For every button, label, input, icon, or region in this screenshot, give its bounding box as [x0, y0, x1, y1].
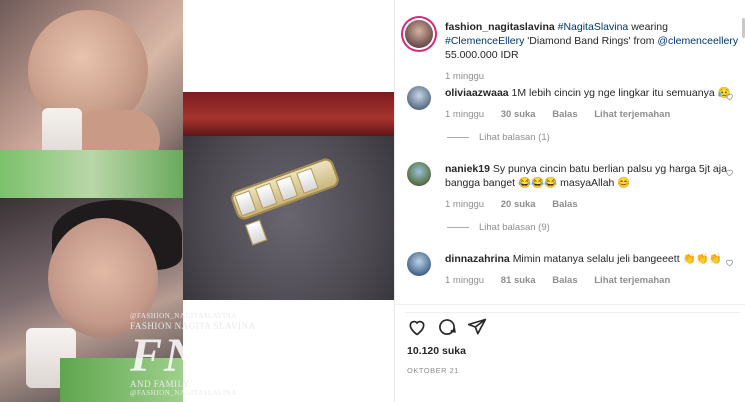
comment-username[interactable]: dinnazahrina	[445, 253, 510, 265]
comment-time[interactable]: 1 minggu	[445, 199, 484, 210]
comment-icon[interactable]	[437, 317, 457, 337]
instagram-post-view: @FASHION_NAGITASLAVINA FASHION NAGITA SL…	[0, 0, 745, 402]
avatar[interactable]	[407, 252, 431, 276]
avatar[interactable]	[407, 162, 431, 186]
action-bar	[405, 312, 740, 337]
heart-icon[interactable]	[725, 92, 734, 101]
photo-drinking-top	[0, 0, 183, 198]
post-image[interactable]: @FASHION_NAGITASLAVINA FASHION NAGITA SL…	[0, 0, 394, 402]
avatar[interactable]	[405, 20, 433, 48]
hashtag-link[interactable]: #NagitaSlavina	[558, 21, 629, 33]
reply-button[interactable]: Balas	[552, 199, 577, 210]
heart-icon[interactable]	[725, 258, 734, 267]
caption-time[interactable]: 1 minggu	[445, 71, 484, 82]
post-date: OKTOBER 21	[407, 366, 459, 375]
send-icon[interactable]	[467, 317, 487, 337]
comment-time[interactable]: 1 minggu	[445, 275, 484, 286]
comment-text: 1M lebih cincin yg nge lingkar itu semua…	[511, 87, 731, 99]
comment-likes[interactable]: 20 suka	[501, 199, 536, 210]
like-count[interactable]: 10.120 suka	[407, 345, 466, 357]
heart-icon[interactable]	[407, 317, 427, 337]
comment-likes[interactable]: 81 suka	[501, 275, 536, 286]
view-replies-button[interactable]: Lihat balasan (9)	[447, 222, 550, 233]
comment-username[interactable]: naniek19	[445, 163, 490, 175]
post-panel: fashion_nagitaslavina #NagitaSlavina wea…	[394, 0, 745, 402]
comment-text: Mimin matanya selalu jeli bangeeett 👏👏👏	[512, 253, 722, 265]
reply-button[interactable]: Balas	[552, 109, 577, 120]
comment-username[interactable]: oliviaazwaaa	[445, 87, 509, 99]
comment-time[interactable]: 1 minggu	[445, 109, 484, 120]
watermark-logo: @FASHION_NAGITASLAVINA FASHION NAGITA SL…	[130, 312, 256, 397]
translate-button[interactable]: Lihat terjemahan	[594, 275, 670, 286]
avatar[interactable]	[407, 86, 431, 110]
hashtag-link[interactable]: #ClemenceEllery	[445, 35, 524, 47]
mention-link[interactable]: @clemenceellery	[657, 35, 738, 47]
heart-icon[interactable]	[725, 168, 734, 177]
divider	[395, 304, 745, 305]
translate-button[interactable]: Lihat terjemahan	[594, 109, 670, 120]
view-replies-button[interactable]: Lihat balasan (1)	[447, 132, 550, 143]
photo-ring-box	[183, 92, 394, 300]
diamond-band-ring	[229, 156, 341, 246]
comment-likes[interactable]: 30 suka	[501, 109, 536, 120]
caption-username[interactable]: fashion_nagitaslavina	[445, 21, 555, 33]
reply-button[interactable]: Balas	[552, 275, 577, 286]
